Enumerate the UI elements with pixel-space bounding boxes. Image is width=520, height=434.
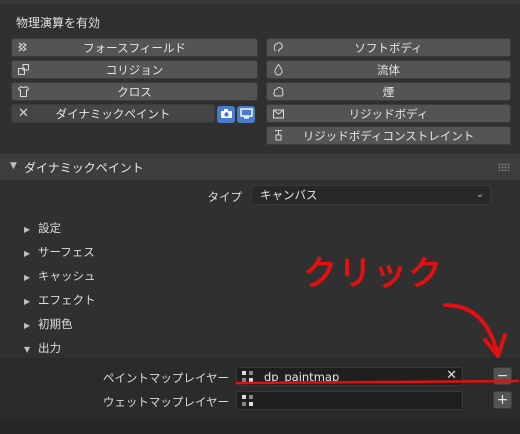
dynamic-paint-label: ダイナミックペイント: [55, 106, 171, 121]
expand-triangle-icon: ▼: [10, 161, 17, 171]
cloth-icon: [16, 84, 31, 99]
fluid-label: 流体: [377, 62, 400, 77]
monitor-icon: [239, 107, 253, 122]
subpanel-output[interactable]: ▼ 出力: [24, 340, 61, 358]
subpanel-settings[interactable]: ▶ 設定: [24, 220, 61, 238]
wetmap-layer-field[interactable]: [236, 391, 463, 410]
bottom-bar: [0, 418, 520, 434]
smoke-label: 煙: [382, 84, 395, 99]
collapsed-triangle-icon: ▶: [24, 297, 31, 306]
vertex-color-icon: [241, 370, 254, 383]
subpanel-label: キャッシュ: [38, 269, 96, 283]
remove-layer-button[interactable]: −: [493, 367, 512, 385]
subpanel-label: エフェクト: [38, 293, 96, 307]
annotation-text: クリック: [303, 254, 443, 294]
expanded-triangle-icon: ▼: [24, 345, 31, 354]
annotation-arrowhead: [483, 333, 507, 358]
collision-label: コリジョン: [105, 62, 164, 77]
collapsed-triangle-icon: ▶: [24, 225, 31, 234]
smoke-icon: [271, 84, 286, 99]
force-field-label: フォースフィールド: [83, 40, 186, 55]
subpanel-effects[interactable]: ▶ エフェクト: [24, 292, 96, 310]
subpanel-label: 初期色: [38, 317, 73, 331]
drag-grip-icon[interactable]: [498, 163, 510, 171]
close-icon[interactable]: ✕: [16, 106, 31, 121]
type-dropdown[interactable]: キャンバス ⌄: [251, 185, 491, 205]
add-layer-button[interactable]: +: [493, 391, 512, 409]
subpanel-label: サーフェス: [38, 245, 95, 259]
rigid-body-icon: [271, 106, 286, 121]
dynamic-paint-panel-header[interactable]: ▼ ダイナミックペイント: [0, 154, 520, 180]
viewport-toggle[interactable]: [237, 106, 255, 123]
paintmap-layer-field[interactable]: dp_paintmap ✕: [236, 367, 463, 386]
soft-body-icon: [271, 40, 286, 55]
chevron-down-icon: ⌄: [475, 189, 484, 200]
collapsed-triangle-icon: ▶: [24, 249, 31, 258]
soft-body-button[interactable]: ソフトボディ: [266, 38, 511, 57]
subpanel-cache[interactable]: ▶ キャッシュ: [24, 268, 96, 286]
soft-body-label: ソフトボディ: [354, 40, 423, 55]
dynamic-paint-button[interactable]: ✕ ダイナミックペイント: [11, 104, 215, 123]
render-toggle[interactable]: [217, 106, 235, 123]
collapsed-triangle-icon: ▶: [24, 273, 31, 282]
collapsed-triangle-icon: ▶: [24, 321, 31, 330]
rigid-body-constraint-label: リジッドボディコンストレイント: [302, 128, 475, 143]
vertex-color-icon: [241, 394, 254, 407]
rigid-body-button[interactable]: リジッドボディ: [266, 104, 511, 123]
paintmap-layer-value: dp_paintmap: [264, 370, 340, 384]
clear-icon[interactable]: ✕: [446, 368, 457, 383]
annotation-arrow: [443, 303, 499, 354]
subpanel-label: 出力: [38, 341, 61, 355]
cloth-label: クロス: [117, 84, 152, 99]
subpanel-label: 設定: [38, 221, 61, 235]
wetmap-layer-label: ウェットマップレイヤー: [102, 395, 229, 409]
collision-icon: [16, 62, 31, 77]
top-strip: [0, 0, 520, 4]
force-field-icon: [16, 40, 31, 55]
type-value: キャンバス: [260, 188, 318, 202]
fluid-button[interactable]: 流体: [266, 60, 511, 79]
subpanel-surface[interactable]: ▶ サーフェス: [24, 244, 95, 262]
rigid-body-constraint-icon: [271, 128, 286, 143]
cloth-button[interactable]: クロス: [11, 82, 258, 101]
paintmap-layer-label: ペイントマップレイヤー: [102, 371, 229, 385]
camera-icon: [220, 108, 233, 122]
smoke-button[interactable]: 煙: [266, 82, 511, 101]
physics-header: 物理演算を有効: [16, 16, 101, 30]
force-field-button[interactable]: フォースフィールド: [11, 38, 258, 57]
collision-button[interactable]: コリジョン: [11, 60, 258, 79]
fluid-icon: [271, 62, 286, 77]
rigid-body-label: リジッドボディ: [348, 106, 429, 121]
rigid-body-constraint-button[interactable]: リジッドボディコンストレイント: [266, 126, 511, 145]
type-label: タイプ: [207, 190, 243, 204]
subpanel-initial-color[interactable]: ▶ 初期色: [24, 316, 73, 334]
panel-title: ダイナミックペイント: [24, 161, 144, 175]
